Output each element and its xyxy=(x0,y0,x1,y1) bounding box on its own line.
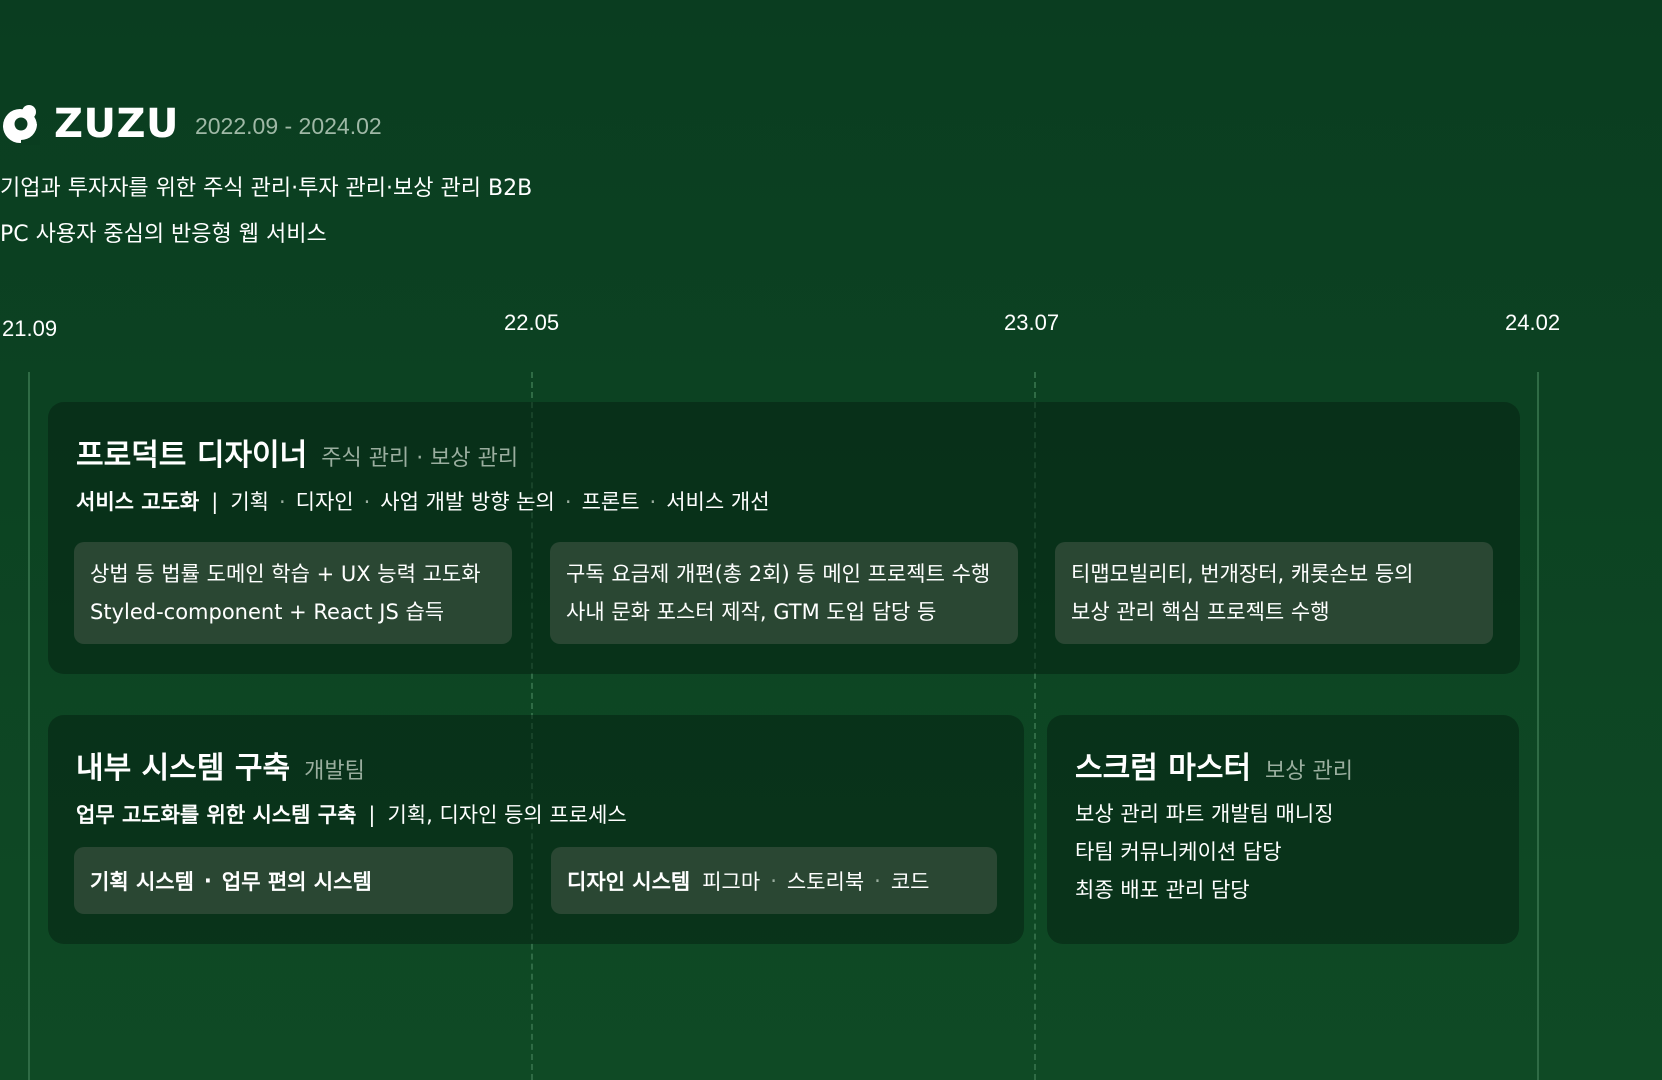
panel-heading: 프로덕트 디자이너 주식 관리 · 보상 관리 xyxy=(76,430,518,474)
description-line: PC 사용자 중심의 반응형 웹 서비스 xyxy=(0,222,327,247)
brand-row: ZUZU 2022.09 - 2024.02 xyxy=(0,96,532,152)
timeline-label: 24.02 xyxy=(1505,310,1561,335)
panel-heading: 스크럼 마스터 보상 관리 xyxy=(1075,743,1353,787)
project-period: 2022.09 - 2024.02 xyxy=(194,112,382,139)
description-line: 기업과 투자자를 위한 주식 관리·투자 관리·보상 관리 B2B xyxy=(0,176,533,201)
project-header: ZUZU 2022.09 - 2024.02 기업과 투자자를 위한 주식 관리… xyxy=(0,96,532,258)
subtitle-separator: | xyxy=(211,490,219,514)
card-line: Styled-component + React JS 습득 xyxy=(90,600,445,624)
panel-subtitle: 업무 고도화를 위한 시스템 구축 | 기획, 디자인 등의 프로세스 xyxy=(76,799,627,829)
card-line: 상법 등 법률 도메인 학습 + UX 능력 고도화 xyxy=(90,562,481,586)
achievement-card: 구독 요금제 개편(총 2회) 등 메인 프로젝트 수행 사내 문화 포스터 제… xyxy=(550,542,1018,644)
timeline-line xyxy=(28,372,30,1080)
card-bold: 기획 시스템 xyxy=(90,869,194,894)
achievement-card: 상법 등 법률 도메인 학습 + UX 능력 고도화 Styled-compon… xyxy=(74,542,512,644)
timeline-label: 21.09 xyxy=(2,316,58,341)
timeline-label: 23.07 xyxy=(1004,310,1060,335)
card-item: 피그마 xyxy=(702,869,761,894)
list-item: 보상 관리 파트 개발팀 매니징 xyxy=(1075,802,1334,826)
design-system-card: 디자인 시스템 피그마 · 스토리북 · 코드 xyxy=(551,847,997,914)
card-bold: 업무 편의 시스템 xyxy=(221,869,372,894)
achievement-card: 티맵모빌리티, 번개장터, 캐롯손보 등의 보상 관리 핵심 프로젝트 수행 xyxy=(1055,542,1493,644)
brand-name: ZUZU xyxy=(54,101,179,147)
subtitle-bold: 서비스 고도화 xyxy=(76,490,200,514)
product-designer-panel: 프로덕트 디자이너 주식 관리 · 보상 관리 서비스 고도화 | 기획 · 디자인 · 사… xyxy=(48,402,1520,674)
panel-tag: 보상 관리 xyxy=(1265,759,1354,784)
card-line: 티맵모빌리티, 번개장터, 캐롯손보 등의 xyxy=(1071,562,1414,586)
dot-separator: · xyxy=(363,490,371,514)
dot-separator: · xyxy=(874,868,881,893)
internal-system-panel: 내부 시스템 구축 개발팀 업무 고도화를 위한 시스템 구축 | 기획, 디자인 … xyxy=(48,715,1024,944)
card-line: 사내 문화 포스터 제작, GTM 도입 담당 등 xyxy=(566,600,937,624)
panel-subtitle: 서비스 고도화 | 기획 · 디자인 · 사업 개발 방향 논의 · 프론트 · 서비스 개선 xyxy=(76,486,770,516)
subtitle-item: 디자인 xyxy=(295,490,354,514)
panel-title: 프로덕트 디자이너 xyxy=(76,438,308,473)
card-line: 구독 요금제 개편(총 2회) 등 메인 프로젝트 수행 xyxy=(566,562,991,586)
subtitle-item: 사업 개발 방향 논의 xyxy=(380,490,555,514)
card-bold: 디자인 시스템 xyxy=(567,869,691,894)
subtitle-item: 기획 xyxy=(230,490,269,514)
dot-separator: · xyxy=(564,490,572,514)
list-item: 최종 배포 관리 담당 xyxy=(1075,878,1250,902)
dot-separator: · xyxy=(278,490,286,514)
subtitle-text: 기획, 디자인 등의 프로세스 xyxy=(387,803,627,827)
system-card: 기획 시스템 · 업무 편의 시스템 xyxy=(74,847,513,914)
panel-tag: 주식 관리 · 보상 관리 xyxy=(321,446,519,471)
card-line: 보상 관리 핵심 프로젝트 수행 xyxy=(1071,600,1330,624)
subtitle-item: 프론트 xyxy=(581,490,640,514)
zuzu-logo-icon xyxy=(0,103,42,145)
scrum-master-panel: 스크럼 마스터 보상 관리 보상 관리 파트 개발팀 매니징 타팀 커뮤니케이션… xyxy=(1047,715,1519,944)
subtitle-separator: | xyxy=(368,803,376,827)
card-item: 스토리북 xyxy=(786,869,865,894)
project-description: 기업과 투자자를 위한 주식 관리·투자 관리·보상 관리 B2B PC 사용자… xyxy=(0,166,532,258)
timeline-line xyxy=(1537,372,1539,1080)
dot-separator: · xyxy=(770,868,777,893)
subtitle-bold: 업무 고도화를 위한 시스템 구축 xyxy=(76,803,357,827)
panel-title: 스크럼 마스터 xyxy=(1075,751,1252,786)
card-item: 코드 xyxy=(890,869,930,894)
subtitle-item: 서비스 개선 xyxy=(666,490,770,514)
dot-separator: · xyxy=(649,490,657,514)
list-item: 타팀 커뮤니케이션 담당 xyxy=(1075,840,1282,864)
dot-separator: · xyxy=(203,868,212,893)
panel-heading: 내부 시스템 구축 개발팀 xyxy=(76,743,365,787)
responsibility-list: 보상 관리 파트 개발팀 매니징 타팀 커뮤니케이션 담당 최종 배포 관리 담… xyxy=(1075,795,1334,909)
panel-tag: 개발팀 xyxy=(304,759,365,784)
timeline-label: 22.05 xyxy=(504,310,560,335)
panel-title: 내부 시스템 구축 xyxy=(76,751,291,786)
